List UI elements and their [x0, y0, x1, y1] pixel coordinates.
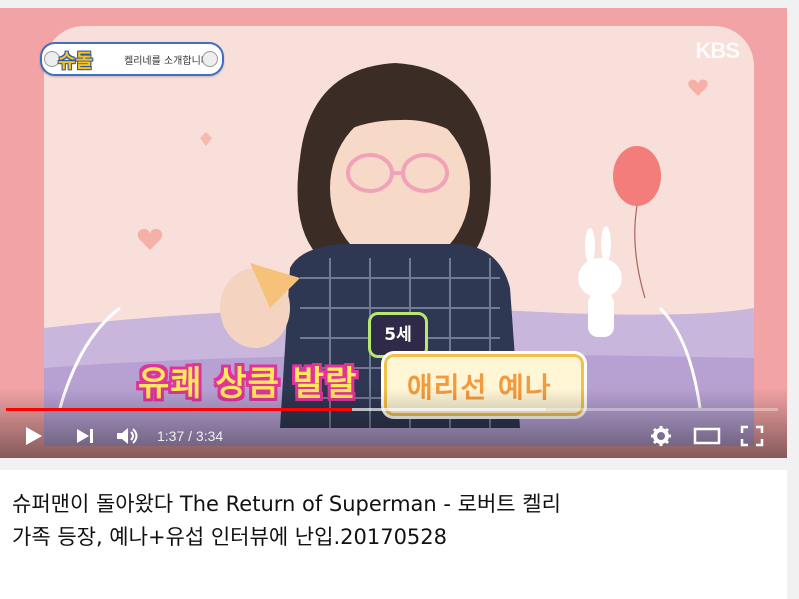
age-tag: 5세	[368, 312, 428, 358]
show-badge: 슈돌 켈리네를 소개합니다	[40, 42, 224, 76]
next-icon	[77, 429, 93, 443]
show-logo: 슈돌	[58, 50, 93, 72]
gear-icon	[651, 426, 671, 446]
divider	[0, 458, 799, 470]
progress-played	[6, 408, 352, 411]
play-button[interactable]	[18, 424, 48, 448]
time-display: 1:37 / 3:34	[157, 428, 224, 444]
theater-mode-button[interactable]	[692, 424, 722, 448]
progress-bar[interactable]	[6, 408, 778, 411]
video-title[interactable]: 슈퍼맨이 돌아왔다 The Return of Superman - 로버트 켈…	[12, 488, 572, 554]
video-player[interactable]: 슈돌 켈리네를 소개합니다 KBS 5세 유쾌 상큼 발랄 애리선 예나 1:3…	[0, 8, 799, 458]
mute-button[interactable]	[112, 424, 142, 448]
fullscreen-button[interactable]	[737, 424, 767, 448]
fullscreen-icon	[740, 425, 764, 447]
play-icon	[26, 427, 42, 445]
top-bar	[0, 0, 799, 8]
page-edge	[787, 0, 799, 599]
channel-logo: KBS	[695, 38, 740, 63]
player-controls: 1:37 / 3:34	[0, 388, 799, 458]
settings-button[interactable]	[646, 424, 676, 448]
volume-icon	[117, 428, 138, 444]
show-caption: 켈리네를 소개합니다	[124, 56, 210, 67]
next-button[interactable]	[70, 424, 100, 448]
theater-mode-icon	[693, 427, 721, 445]
volleyball-icon	[202, 51, 218, 67]
